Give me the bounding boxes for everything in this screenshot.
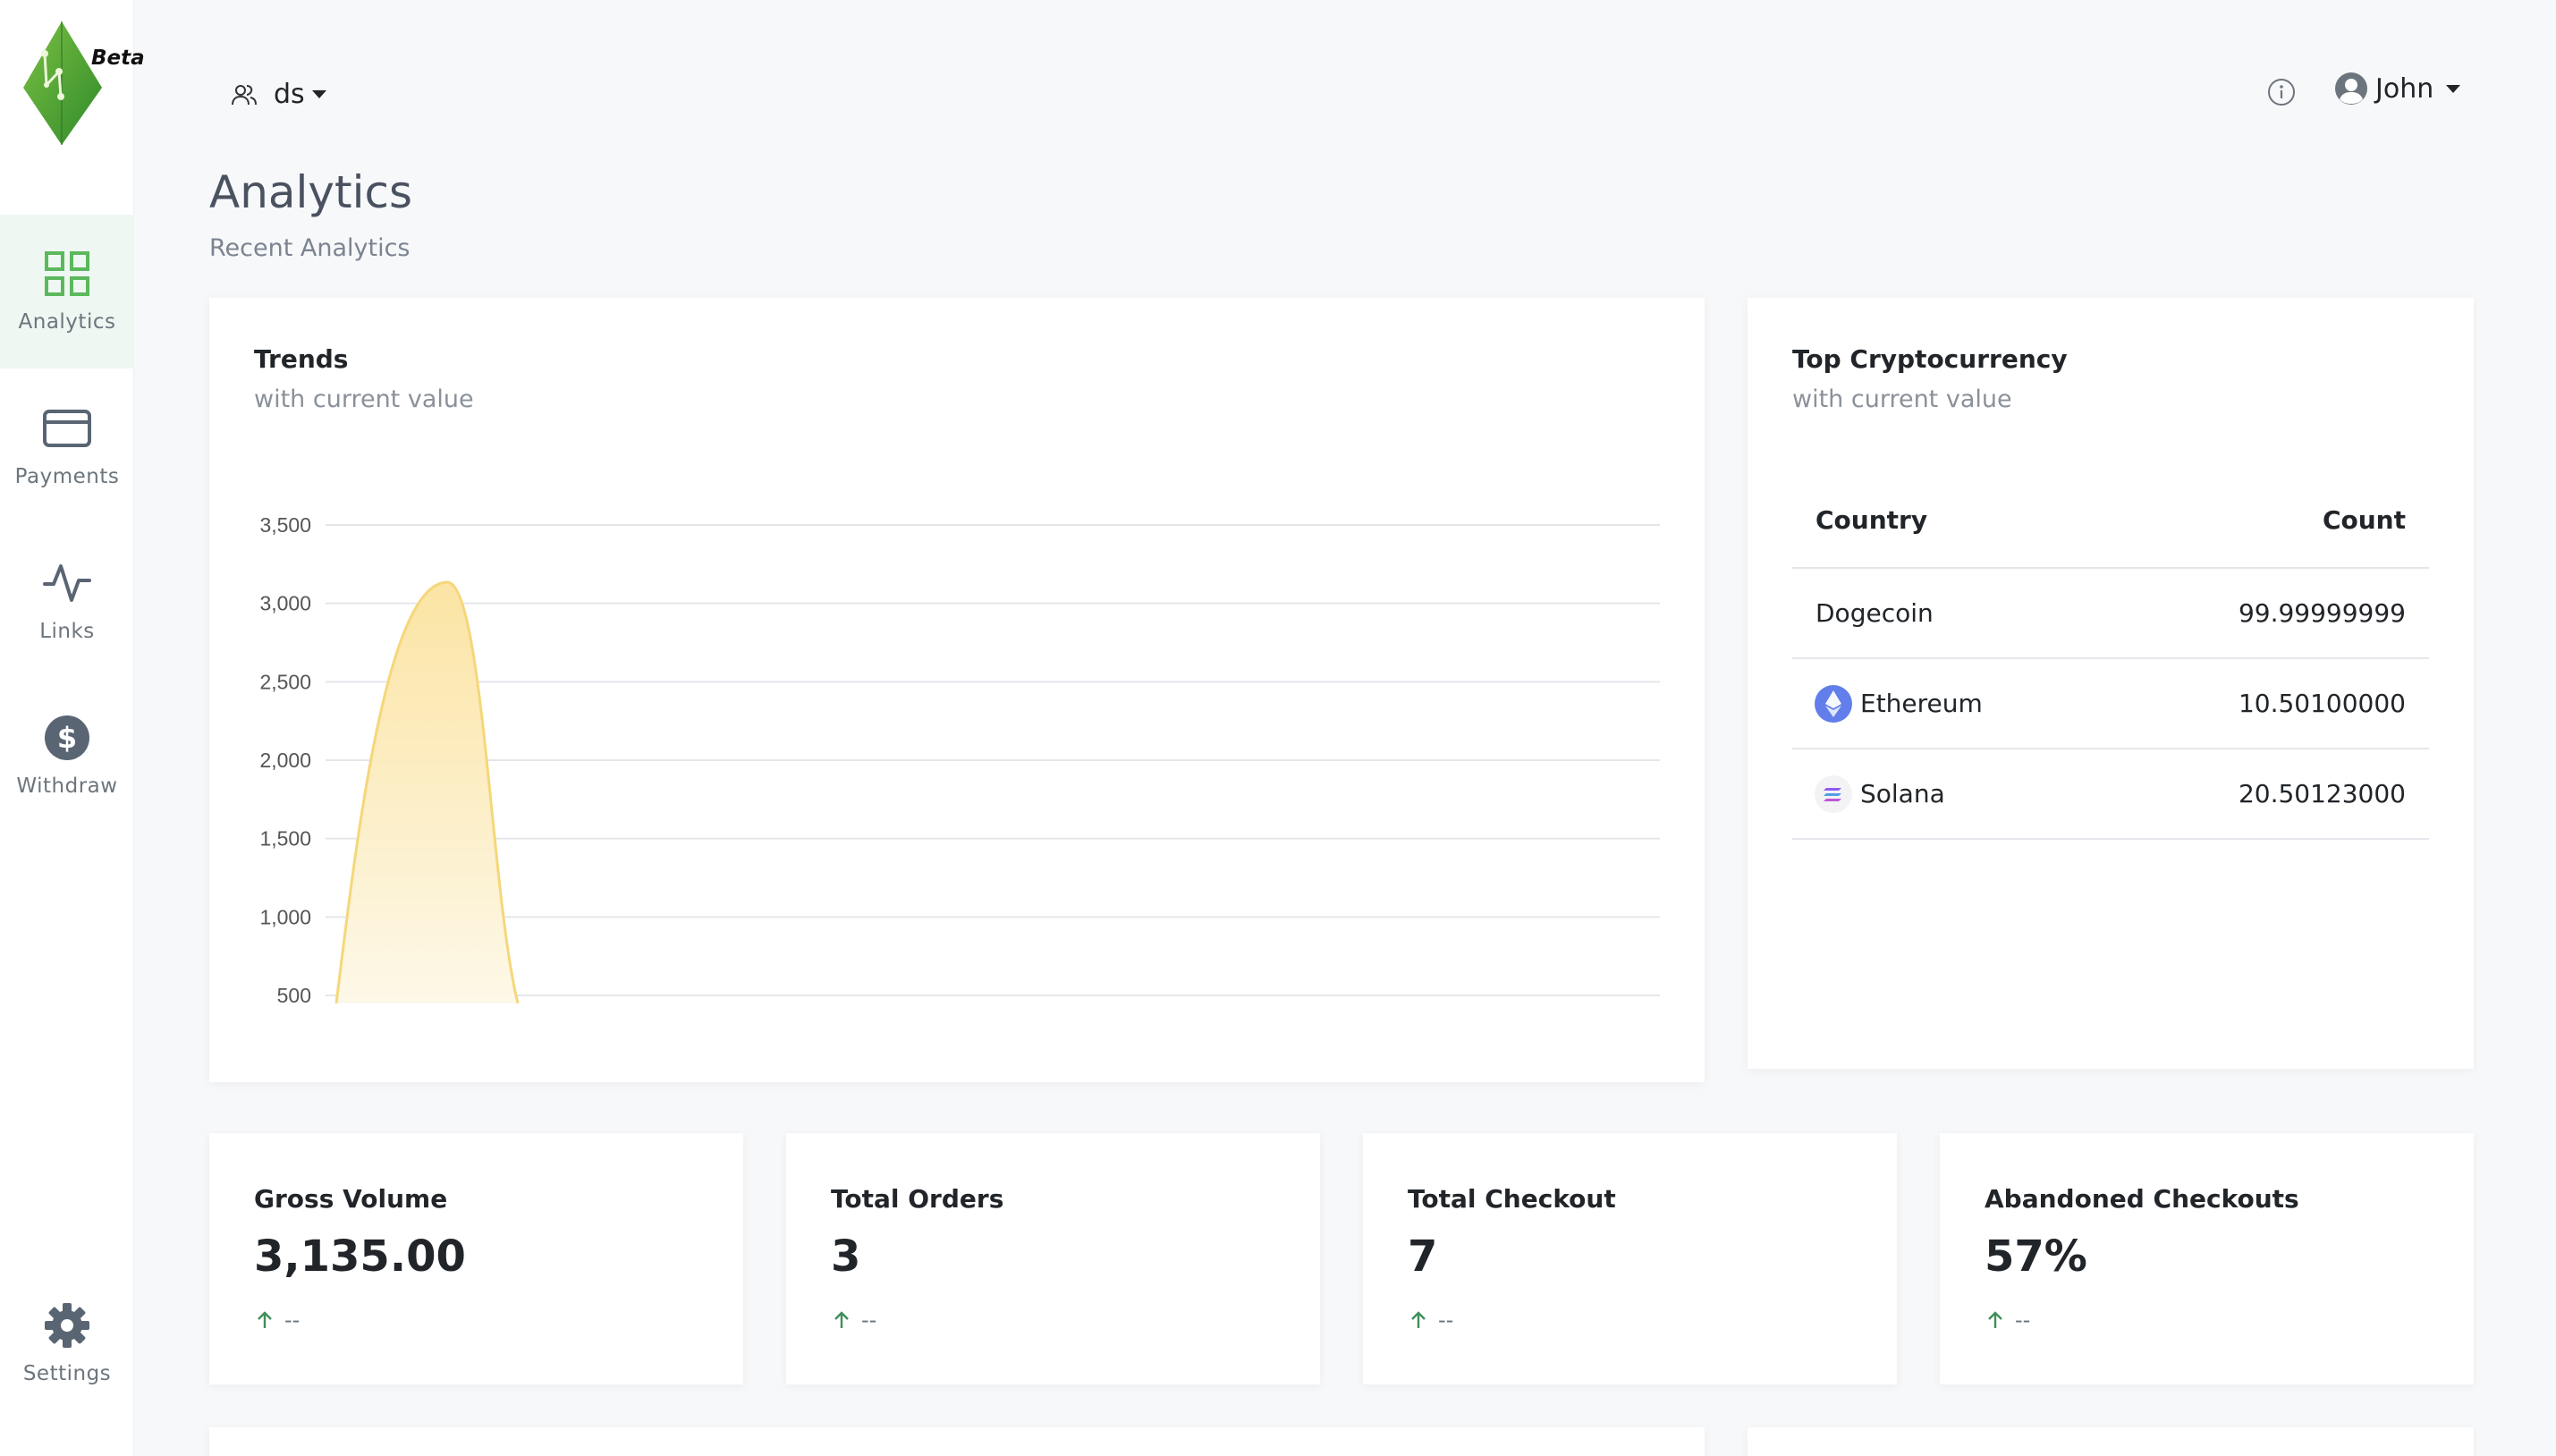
chevron-down-icon bbox=[311, 90, 326, 98]
users-icon bbox=[232, 84, 257, 105]
table-row[interactable]: Dogecoin 99.99999999 bbox=[1792, 569, 2429, 659]
trend-area bbox=[334, 580, 520, 1004]
info-icon bbox=[2268, 79, 2295, 106]
coin-name-cell: Ethereum bbox=[1815, 684, 1983, 724]
y-tick-label: 3,000 bbox=[259, 592, 311, 615]
sidebar-item-label: Payments bbox=[14, 465, 120, 488]
activity-icon bbox=[43, 564, 91, 602]
y-tick-label: 1,000 bbox=[259, 905, 311, 928]
beta-badge: Beta bbox=[91, 47, 145, 70]
stat-delta: -- bbox=[1408, 1308, 1453, 1333]
coin-value: 10.50100000 bbox=[2238, 689, 2406, 718]
info-button[interactable] bbox=[2266, 77, 2297, 107]
y-tick-label: 1,500 bbox=[259, 827, 311, 851]
stat-card-abandoned-checkouts: Abandoned Checkouts 57% -- bbox=[1940, 1133, 2474, 1384]
stat-value: 3 bbox=[831, 1232, 861, 1282]
stat-delta: -- bbox=[831, 1308, 876, 1333]
user-menu[interactable]: John bbox=[2334, 72, 2461, 106]
trends-card: Trends with current value 3,500 3,000 2,50… bbox=[209, 298, 1705, 1082]
coin-name-cell: Solana bbox=[1815, 775, 1945, 814]
stat-delta: -- bbox=[254, 1308, 300, 1333]
stat-card-total-orders: Total Orders 3 -- bbox=[786, 1133, 1320, 1384]
coin-value: 99.99999999 bbox=[2238, 598, 2406, 628]
svg-text:$: $ bbox=[57, 721, 77, 755]
sidebar-item-withdraw[interactable]: $ Withdraw bbox=[0, 679, 134, 833]
bottom-card-left bbox=[209, 1427, 1705, 1456]
kite-logo-icon bbox=[23, 21, 102, 145]
y-tick-label: 2,000 bbox=[259, 749, 311, 772]
sidebar-item-label: Analytics bbox=[18, 310, 116, 334]
stat-title: Total Orders bbox=[831, 1184, 1004, 1214]
crypto-table: Country Count Dogecoin 99.99999999 Ether… bbox=[1792, 472, 2429, 840]
coin-value: 20.50123000 bbox=[2238, 779, 2406, 808]
stat-title: Gross Volume bbox=[254, 1184, 448, 1214]
sidebar-item-label: Withdraw bbox=[16, 775, 118, 798]
stat-delta-text: -- bbox=[284, 1308, 300, 1333]
solana-icon bbox=[1815, 775, 1852, 813]
stat-card-total-checkout: Total Checkout 7 -- bbox=[1363, 1133, 1897, 1384]
coin-name-cell: Dogecoin bbox=[1815, 598, 1934, 628]
trends-chart: 3,500 3,000 2,500 2,000 1,500 1,000 500 bbox=[259, 513, 1660, 1007]
sidebar: Beta Analytics Payments Links $ Withdraw bbox=[0, 0, 145, 1456]
y-tick-label: 500 bbox=[277, 984, 311, 1007]
stat-value: 7 bbox=[1408, 1232, 1438, 1282]
table-header: Country Count bbox=[1792, 472, 2429, 569]
stat-delta-text: -- bbox=[1438, 1308, 1454, 1333]
top-crypto-card: Top Cryptocurrency with current value Co… bbox=[1748, 298, 2474, 1069]
coin-name: Dogecoin bbox=[1815, 598, 1934, 628]
table-row[interactable]: Solana 20.50123000 bbox=[1792, 749, 2429, 840]
stat-title: Total Checkout bbox=[1408, 1184, 1616, 1214]
credit-card-icon bbox=[43, 410, 91, 447]
stat-value: 57% bbox=[1985, 1232, 2087, 1282]
page-subtitle: Recent Analytics bbox=[209, 234, 410, 262]
column-header-country: Country bbox=[1815, 504, 1928, 535]
coin-name: Solana bbox=[1860, 779, 1945, 808]
stat-delta-text: -- bbox=[861, 1308, 877, 1333]
dollar-coin-icon: $ bbox=[45, 715, 89, 760]
chevron-down-icon bbox=[2446, 84, 2461, 93]
arrow-up-icon bbox=[258, 1311, 272, 1328]
arrow-up-icon bbox=[834, 1311, 849, 1328]
top-crypto-subtitle: with current value bbox=[1792, 385, 2012, 413]
user-avatar-icon bbox=[2335, 72, 2367, 105]
y-tick-label: 2,500 bbox=[259, 670, 311, 693]
user-name: John bbox=[2375, 72, 2434, 105]
stat-card-gross-volume: Gross Volume 3,135.00 -- bbox=[209, 1133, 743, 1384]
top-crypto-title: Top Cryptocurrency bbox=[1792, 344, 2068, 374]
sidebar-item-payments[interactable]: Payments bbox=[0, 369, 134, 523]
stat-title: Abandoned Checkouts bbox=[1985, 1184, 2299, 1214]
organization-switcher[interactable]: ds bbox=[231, 79, 326, 110]
column-header-count: Count bbox=[2322, 504, 2406, 535]
sidebar-item-analytics[interactable]: Analytics bbox=[0, 215, 134, 368]
sidebar-item-label: Links bbox=[39, 620, 95, 643]
coin-name: Ethereum bbox=[1860, 689, 1983, 718]
organization-name: ds bbox=[274, 79, 305, 110]
sidebar-item-settings[interactable]: Settings bbox=[0, 1272, 134, 1415]
y-tick-label: 3,500 bbox=[259, 513, 311, 537]
stat-delta: -- bbox=[1985, 1308, 2030, 1333]
gear-icon bbox=[45, 1303, 89, 1348]
bottom-card-right bbox=[1748, 1427, 2474, 1456]
grid-icon bbox=[45, 251, 89, 296]
arrow-up-icon bbox=[1988, 1311, 2002, 1328]
sidebar-item-label: Settings bbox=[22, 1362, 112, 1385]
app-logo[interactable]: Beta bbox=[20, 18, 145, 152]
stat-delta-text: -- bbox=[2015, 1308, 2031, 1333]
arrow-up-icon bbox=[1411, 1311, 1426, 1328]
page-title: Analytics bbox=[209, 166, 413, 218]
ethereum-icon bbox=[1815, 684, 1852, 723]
table-row[interactable]: Ethereum 10.50100000 bbox=[1792, 659, 2429, 749]
sidebar-item-links[interactable]: Links bbox=[0, 524, 134, 678]
stat-value: 3,135.00 bbox=[254, 1232, 466, 1282]
